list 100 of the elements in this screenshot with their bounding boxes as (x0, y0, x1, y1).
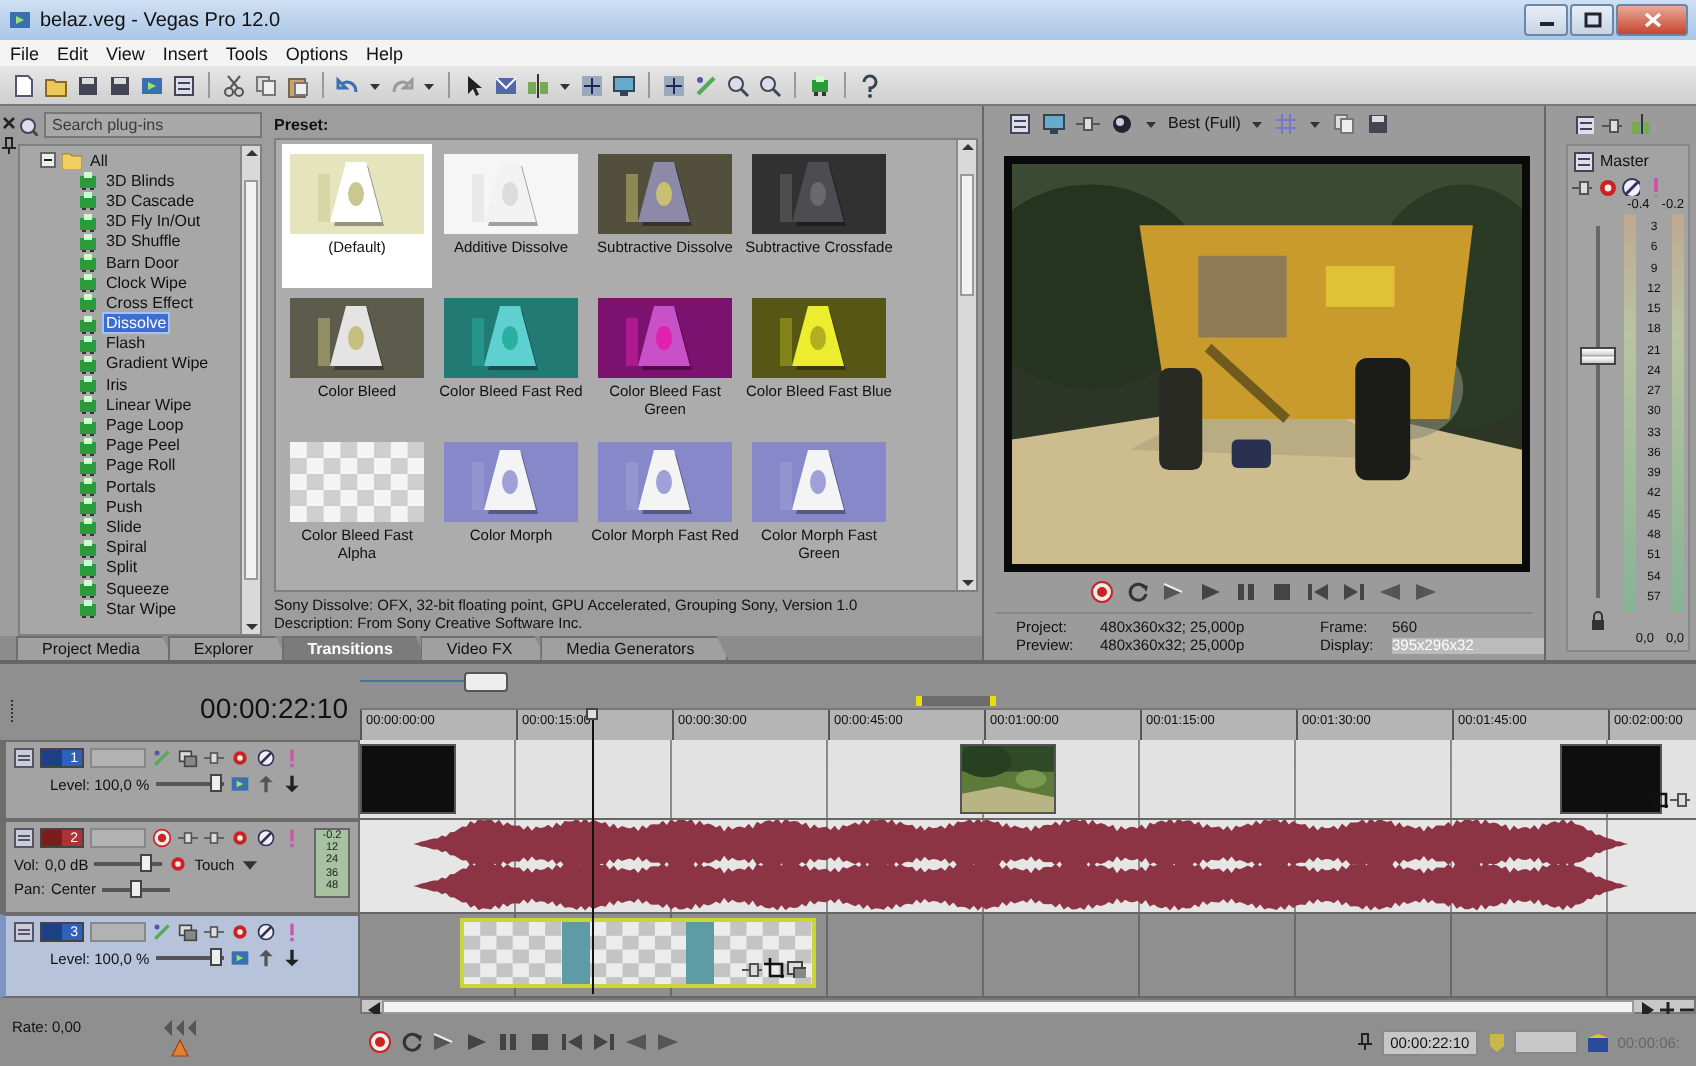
new-file-icon[interactable] (12, 73, 36, 97)
bus-icon[interactable] (1602, 113, 1622, 133)
gear-icon[interactable] (1596, 176, 1616, 196)
triangle-down-icon[interactable] (959, 576, 975, 590)
selection-length-field[interactable] (1513, 1030, 1578, 1054)
go-to-end-icon[interactable] (592, 1030, 616, 1054)
slider-thumb[interactable] (139, 854, 152, 872)
arrow-up-icon[interactable] (255, 948, 276, 968)
screen-icon[interactable] (612, 73, 636, 97)
tree-item[interactable]: Page Roll (104, 456, 178, 475)
gear-icon[interactable] (230, 922, 250, 942)
zoom-icon[interactable] (758, 73, 782, 97)
help-icon[interactable] (858, 73, 882, 97)
snap-icon[interactable] (580, 73, 604, 97)
folder-icon[interactable] (44, 73, 68, 97)
fx-icon[interactable] (152, 922, 172, 942)
menu-item[interactable]: Edit (57, 43, 89, 63)
go-to-end-icon[interactable] (1342, 580, 1366, 604)
paste-icon[interactable] (286, 73, 310, 97)
caret-icon[interactable] (368, 79, 382, 91)
mute-icon[interactable] (256, 748, 276, 768)
scrollbar-thumb[interactable] (960, 174, 974, 296)
tree-item[interactable]: Flash (104, 334, 148, 353)
play-icon[interactable] (464, 1030, 488, 1054)
properties-icon[interactable] (1008, 111, 1032, 135)
tree-item[interactable]: Slide (104, 517, 144, 536)
copy-icon[interactable] (1332, 111, 1357, 135)
video-event[interactable] (360, 744, 456, 814)
tree-item[interactable]: Push (104, 497, 145, 516)
mute-icon[interactable] (256, 922, 276, 942)
triangle-up-icon[interactable] (243, 146, 259, 160)
caret-icon[interactable] (558, 79, 572, 91)
close-icon[interactable] (0, 114, 18, 132)
minimize-button[interactable] (1524, 4, 1568, 36)
lock-icon[interactable] (1588, 610, 1608, 632)
copy-icon[interactable] (254, 73, 278, 97)
tree-item[interactable]: Squeeze (104, 579, 172, 598)
screen-icon[interactable] (1042, 111, 1066, 135)
tree-item[interactable]: Star Wipe (104, 599, 179, 618)
quality-dropdown[interactable]: Best (Full) (1168, 114, 1241, 132)
collapse-icon[interactable] (40, 152, 56, 169)
stop-icon[interactable] (1270, 580, 1294, 604)
zoom-in-icon[interactable] (1656, 998, 1674, 1014)
motion-icon[interactable] (178, 748, 198, 768)
tree-item[interactable]: 3D Shuffle (104, 232, 183, 251)
scrollbar[interactable] (240, 146, 260, 634)
tree-item[interactable]: Page Loop (104, 416, 186, 435)
record-icon[interactable] (152, 828, 172, 848)
play-icon[interactable] (1198, 580, 1222, 604)
mute-icon[interactable] (256, 828, 276, 848)
tree-item[interactable]: Cross Effect (104, 293, 195, 312)
tree-item[interactable]: 3D Cascade (104, 191, 197, 210)
tab[interactable]: Explorer (167, 636, 288, 660)
save-icon[interactable] (1366, 111, 1391, 135)
slider-thumb[interactable] (210, 774, 223, 792)
properties-icon[interactable] (1574, 113, 1594, 133)
next-frame-icon[interactable] (1414, 580, 1438, 604)
go-to-start-icon[interactable] (560, 1030, 584, 1054)
record-icon[interactable] (368, 1030, 392, 1054)
tree-item[interactable]: Gradient Wipe (104, 354, 211, 373)
caret-icon[interactable] (1144, 117, 1158, 129)
menu-item[interactable]: View (106, 43, 145, 63)
track-name-field[interactable] (90, 922, 146, 942)
tree-item[interactable]: 3D Fly In/Out (104, 212, 203, 231)
split-icon[interactable] (1630, 113, 1650, 133)
slider-thumb[interactable] (129, 879, 142, 897)
track-name-field[interactable] (90, 748, 146, 768)
search-field[interactable]: Search plug-ins (44, 112, 262, 138)
triangle-down-icon[interactable] (243, 620, 259, 634)
arrow-down-icon[interactable] (281, 948, 302, 968)
slider-thumb[interactable] (210, 948, 223, 966)
tab[interactable]: Media Generators (540, 636, 729, 660)
tree-item[interactable]: Linear Wipe (104, 395, 194, 414)
tree-item[interactable]: Dissolve (104, 314, 169, 333)
tree-item[interactable]: Page Peel (104, 436, 182, 455)
play-from-start-icon[interactable] (432, 1030, 456, 1054)
tree-item[interactable]: Portals (104, 477, 158, 496)
close-button[interactable] (1616, 4, 1688, 36)
playhead-handle[interactable] (586, 708, 598, 720)
triangle-up-icon[interactable] (959, 140, 975, 154)
play-from-start-icon[interactable] (1162, 580, 1186, 604)
caret-icon[interactable] (422, 79, 436, 91)
scrollbar-thumb[interactable] (244, 180, 258, 580)
pause-icon[interactable] (496, 1030, 520, 1054)
gear-icon[interactable] (168, 854, 189, 874)
gear-icon[interactable] (230, 748, 250, 768)
menu-item[interactable]: Insert (162, 43, 208, 63)
tree-item[interactable]: Iris (104, 375, 130, 394)
maximize-button[interactable] (1570, 4, 1614, 36)
menu-item[interactable]: Options (285, 43, 348, 63)
motion-icon[interactable] (178, 922, 198, 942)
split-icon[interactable] (526, 73, 550, 97)
loop-icon[interactable] (400, 1030, 424, 1054)
marker-chip[interactable] (464, 672, 508, 692)
fader-knob[interactable] (1580, 347, 1616, 366)
crop-icon[interactable] (764, 958, 784, 978)
motion-icon[interactable] (786, 958, 806, 978)
track-name-field[interactable] (90, 828, 146, 848)
cut-icon[interactable] (222, 73, 246, 97)
master-icon[interactable] (1572, 150, 1594, 172)
